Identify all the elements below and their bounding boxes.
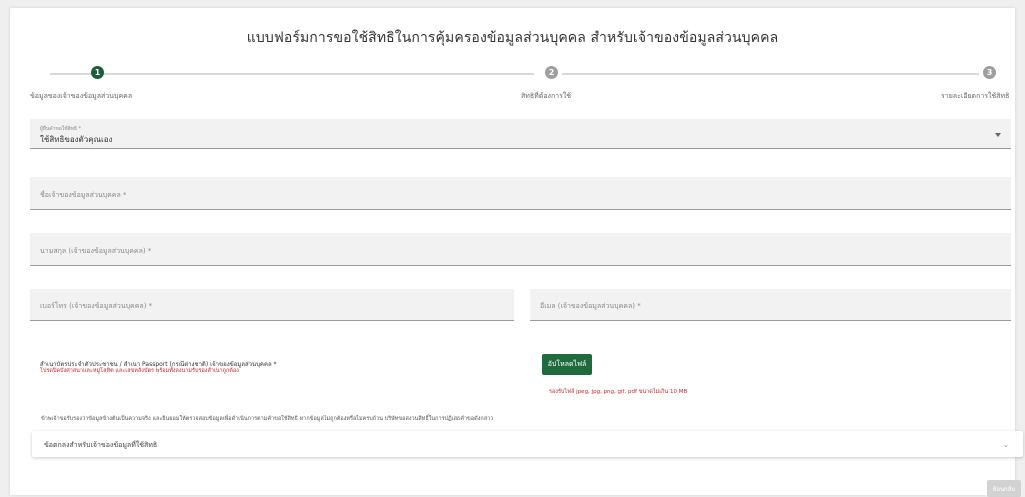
email-field[interactable]: อีเมล (เจ้าของข้อมูลส่วนบุคคล) * bbox=[530, 289, 1011, 321]
form-card: แบบฟอร์มการขอใช้สิทธิในการคุ้มครองข้อมูล… bbox=[10, 8, 1023, 497]
email-label: อีเมล (เจ้าของข้อมูลส่วนบุคคล) * bbox=[540, 302, 641, 310]
upload-file-button[interactable]: อัปโหลดไฟล์ bbox=[542, 354, 592, 375]
step-3[interactable]: 3 รายละเอียดการใช้สิทธิ bbox=[941, 66, 1009, 100]
form-title: แบบฟอร์มการขอใช้สิทธิในการคุ้มครองข้อมูล… bbox=[246, 30, 779, 46]
requester-type-label: ผู้ยื่นคำขอใช้สิทธิ * bbox=[40, 126, 82, 132]
consent-text: ข้าพเจ้าขอรับรองว่าข้อมูลข้างต้นเป็นความ… bbox=[41, 416, 494, 422]
dropdown-arrow-icon bbox=[995, 132, 1001, 137]
last-name-label: นามสกุล (เจ้าของข้อมูลส่วนบุคคล) * bbox=[40, 247, 152, 255]
back-button[interactable]: ย้อนกลับ bbox=[987, 480, 1021, 497]
step-2-number: 2 bbox=[545, 66, 558, 79]
full-name-field[interactable]: ชื่อเจ้าของข้อมูลส่วนบุคคล * bbox=[30, 177, 1011, 210]
step-1-label: ข้อมูลของเจ้าของข้อมูลส่วนบุคคล bbox=[30, 92, 133, 100]
stepper-connector bbox=[562, 73, 979, 75]
step-2[interactable]: 2 สิทธิที่ต้องการใช้ bbox=[521, 66, 571, 100]
id-copy-hint: โปรดปิดบังศาสนาและหมู่โลหิต และเลขหลังบั… bbox=[40, 368, 239, 374]
step-2-label: สิทธิที่ต้องการใช้ bbox=[521, 92, 572, 100]
step-1[interactable]: 1 ข้อมูลของเจ้าของข้อมูลส่วนบุคคล bbox=[30, 66, 132, 100]
stepper-connector bbox=[50, 73, 534, 75]
step-3-number: 3 bbox=[983, 66, 996, 79]
file-type-hint: รองรับไฟล์ jpeg, jpg, png, gif, pdf ขนาด… bbox=[549, 389, 688, 395]
phone-label: เบอร์โทร (เจ้าของข้อมูลส่วนบุคคล) * bbox=[40, 302, 153, 310]
last-name-field[interactable]: นามสกุล (เจ้าของข้อมูลส่วนบุคคล) * bbox=[30, 233, 1011, 266]
consent-panel-title: ข้อตกลงสำหรับเจ้าของข้อมูลที่ใช้สิทธิ bbox=[44, 441, 158, 449]
phone-field[interactable]: เบอร์โทร (เจ้าของข้อมูลส่วนบุคคล) * bbox=[30, 289, 514, 321]
requester-type-select[interactable]: ผู้ยื่นคำขอใช้สิทธิ * ใช้สิทธิของตัวคุณเ… bbox=[30, 119, 1011, 149]
step-3-label: รายละเอียดการใช้สิทธิ bbox=[941, 92, 1010, 100]
chevron-down-icon: ⌄ bbox=[1003, 441, 1009, 449]
stepper: 1 ข้อมูลของเจ้าของข้อมูลส่วนบุคคล 2 สิทธ… bbox=[30, 66, 1009, 106]
full-name-label: ชื่อเจ้าของข้อมูลส่วนบุคคล * bbox=[40, 191, 127, 199]
step-1-number: 1 bbox=[91, 66, 104, 79]
consent-expansion-panel[interactable]: ข้อตกลงสำหรับเจ้าของข้อมูลที่ใช้สิทธิ ⌄ bbox=[32, 431, 1023, 457]
requester-type-value: ใช้สิทธิของตัวคุณเอง bbox=[40, 135, 113, 144]
